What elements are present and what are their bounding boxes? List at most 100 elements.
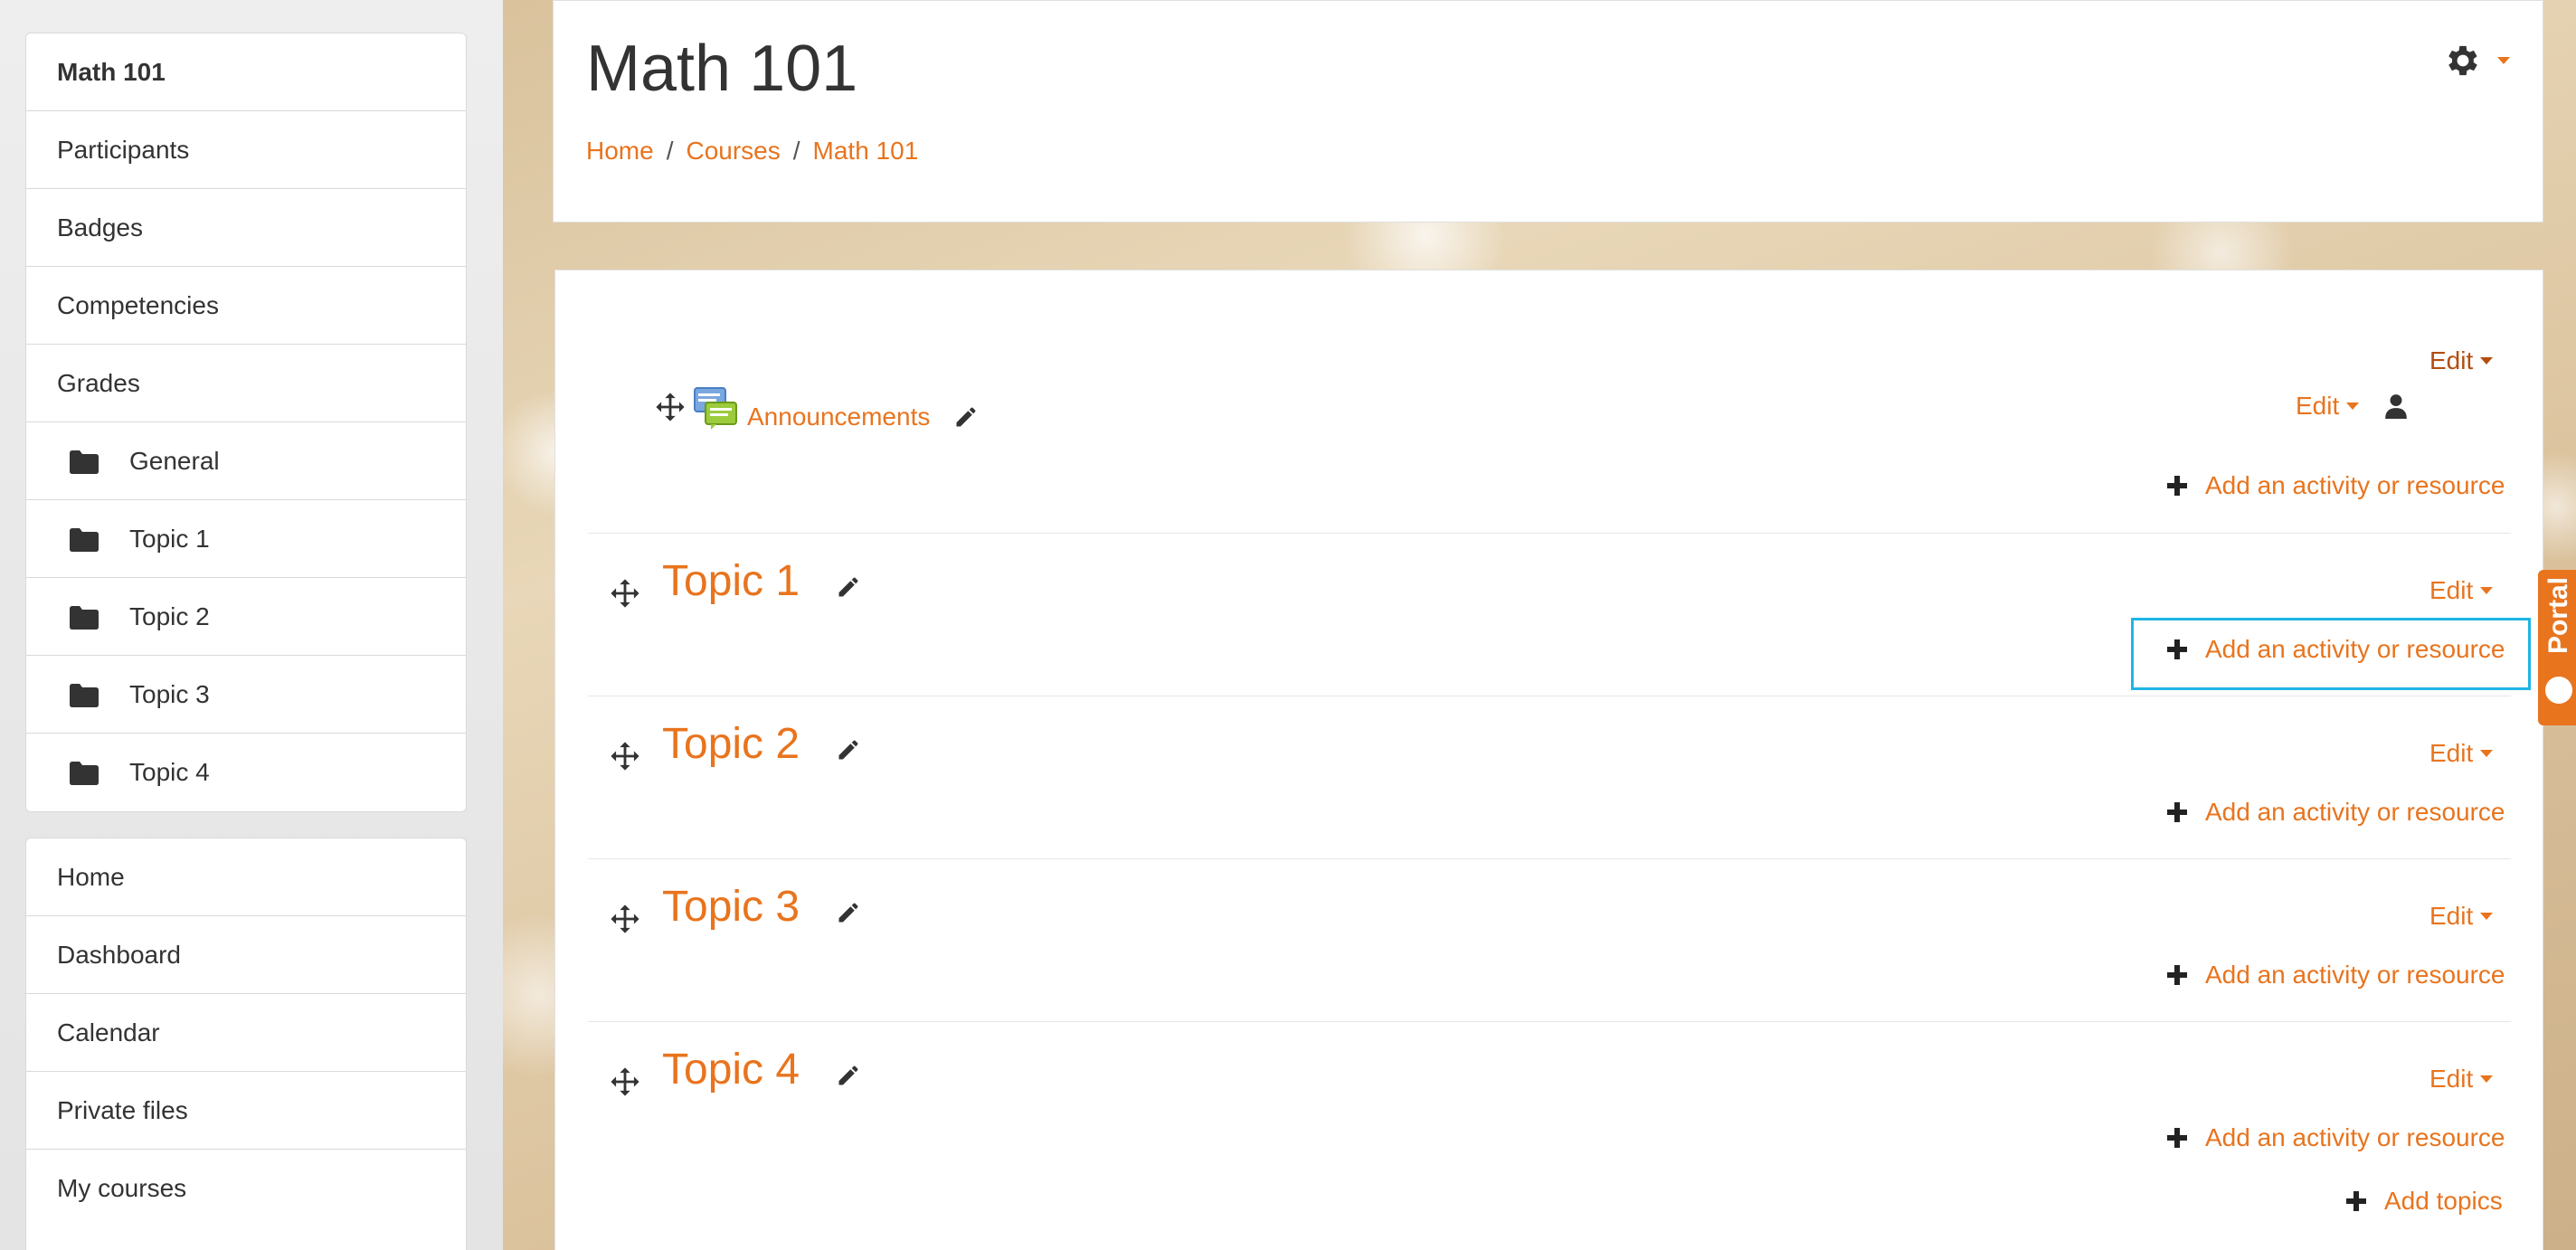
pencil-icon[interactable]	[836, 1063, 861, 1088]
page-header: Math 101 Home / Courses / Math 101	[553, 0, 2543, 223]
nav-item-grades[interactable]: Grades	[26, 345, 466, 422]
add-activity-label: Add an activity or resource	[2205, 471, 2505, 499]
plus-icon	[2167, 802, 2187, 822]
breadcrumb: Home / Courses / Math 101	[586, 137, 918, 166]
plus-icon	[2346, 1191, 2366, 1211]
section-title-topic-3[interactable]: Topic 3	[662, 882, 800, 932]
edit-label: Edit	[2429, 1065, 2474, 1093]
nav-item-topic-4[interactable]: Topic 4	[26, 734, 466, 811]
add-topics-link[interactable]: Add topics	[2346, 1187, 2503, 1216]
course-nav-block: Math 101 Participants Badges Competencie…	[25, 33, 467, 812]
site-nav-block: Home Dashboard Calendar Private files My…	[25, 838, 467, 1250]
nav-item-label: Grades	[57, 368, 140, 397]
section-divider	[588, 858, 2511, 859]
plus-icon	[2167, 476, 2187, 496]
nav-item-label: Participants	[57, 135, 190, 164]
page-title: Math 101	[586, 33, 858, 105]
general-section-edit-menu[interactable]: Edit	[2429, 346, 2494, 375]
activity-announcements-link[interactable]: Announcements	[747, 402, 930, 431]
nav-item-general[interactable]: General	[26, 422, 466, 500]
plus-icon	[2167, 965, 2187, 985]
breadcrumb-course[interactable]: Math 101	[813, 137, 919, 166]
nav-item-label: Topic 1	[129, 524, 210, 553]
edit-label: Edit	[2296, 392, 2340, 420]
nav-item-course[interactable]: Math 101	[26, 33, 466, 111]
pencil-icon[interactable]	[836, 900, 861, 925]
general-add-activity-link[interactable]: Add an activity or resource	[2167, 471, 2505, 500]
topic-4-edit-menu[interactable]: Edit	[2429, 1065, 2494, 1094]
portal-tab[interactable]: Portal	[2538, 570, 2576, 725]
nav-item-label: Math 101	[57, 57, 166, 86]
course-content: Edit Announcements Edit Add an activity …	[554, 270, 2543, 1250]
topic-3-edit-menu[interactable]: Edit	[2429, 902, 2494, 931]
edit-label: Edit	[2429, 576, 2474, 604]
topic-1-add-activity-link[interactable]: Add an activity or resource	[2167, 635, 2505, 664]
topic-3-add-activity-link[interactable]: Add an activity or resource	[2167, 961, 2505, 990]
move-icon[interactable]	[610, 741, 640, 772]
edit-label: Edit	[2429, 902, 2474, 930]
chevron-down-icon	[2480, 913, 2494, 920]
pencil-icon[interactable]	[953, 404, 979, 430]
topic-1-edit-menu[interactable]: Edit	[2429, 576, 2494, 605]
nav-item-badges[interactable]: Badges	[26, 189, 466, 267]
breadcrumb-home[interactable]: Home	[586, 137, 654, 166]
nav-item-topic-1[interactable]: Topic 1	[26, 500, 466, 578]
chevron-down-icon	[2480, 750, 2494, 757]
nav-item-label: Competencies	[57, 290, 219, 319]
nav-item-label: Calendar	[57, 1018, 160, 1046]
section-title-topic-4[interactable]: Topic 4	[662, 1045, 800, 1094]
nav-item-participants[interactable]: Participants	[26, 111, 466, 189]
move-icon[interactable]	[655, 392, 686, 422]
chevron-down-icon	[2497, 57, 2510, 64]
topic-2-add-activity-link[interactable]: Add an activity or resource	[2167, 798, 2505, 827]
add-topics-label: Add topics	[2384, 1187, 2503, 1215]
nav-item-label: Topic 4	[129, 758, 210, 786]
add-activity-label: Add an activity or resource	[2205, 1123, 2505, 1151]
nav-item-label: Private files	[57, 1095, 188, 1124]
person-icon[interactable]	[2384, 393, 2408, 419]
folder-icon	[70, 450, 99, 474]
edit-label: Edit	[2429, 346, 2474, 374]
nav-item-private-files[interactable]: Private files	[26, 1072, 466, 1150]
portal-logo-icon	[2545, 677, 2572, 704]
nav-item-topic-2[interactable]: Topic 2	[26, 578, 466, 656]
nav-item-label: Badges	[57, 213, 143, 241]
nav-item-topic-3[interactable]: Topic 3	[26, 656, 466, 734]
move-icon[interactable]	[610, 904, 640, 934]
chevron-down-icon	[2480, 587, 2494, 594]
gear-icon	[2448, 45, 2477, 76]
activity-edit-menu[interactable]: Edit	[2296, 392, 2360, 421]
chevron-down-icon	[2480, 1075, 2494, 1083]
nav-item-home[interactable]: Home	[26, 838, 466, 916]
section-title-topic-2[interactable]: Topic 2	[662, 719, 800, 769]
settings-menu[interactable]	[2443, 41, 2510, 80]
section-title-topic-1[interactable]: Topic 1	[662, 556, 800, 606]
nav-item-label: My courses	[57, 1174, 187, 1202]
nav-item-label: Topic 2	[129, 601, 210, 630]
breadcrumb-courses[interactable]: Courses	[686, 137, 780, 166]
add-activity-label: Add an activity or resource	[2205, 635, 2505, 663]
move-icon[interactable]	[610, 578, 640, 609]
nav-item-label: General	[129, 446, 220, 475]
pencil-icon[interactable]	[836, 574, 861, 600]
breadcrumb-separator: /	[792, 137, 800, 165]
breadcrumb-separator: /	[666, 137, 674, 165]
nav-item-dashboard[interactable]: Dashboard	[26, 916, 466, 994]
pencil-icon[interactable]	[836, 737, 861, 762]
nav-item-my-courses[interactable]: My courses	[26, 1150, 466, 1227]
folder-icon	[70, 683, 99, 707]
forum-icon	[694, 387, 737, 430]
section-divider	[588, 1021, 2511, 1022]
edit-label: Edit	[2429, 739, 2474, 767]
folder-icon	[70, 605, 99, 630]
nav-item-label: Home	[57, 862, 125, 891]
nav-item-competencies[interactable]: Competencies	[26, 267, 466, 345]
plus-icon	[2167, 639, 2187, 659]
add-activity-label: Add an activity or resource	[2205, 961, 2505, 989]
move-icon[interactable]	[610, 1066, 640, 1097]
topic-4-add-activity-link[interactable]: Add an activity or resource	[2167, 1123, 2505, 1152]
topic-2-edit-menu[interactable]: Edit	[2429, 739, 2494, 768]
folder-icon	[70, 762, 99, 785]
portal-tab-label: Portal	[2543, 577, 2573, 655]
nav-item-calendar[interactable]: Calendar	[26, 994, 466, 1072]
